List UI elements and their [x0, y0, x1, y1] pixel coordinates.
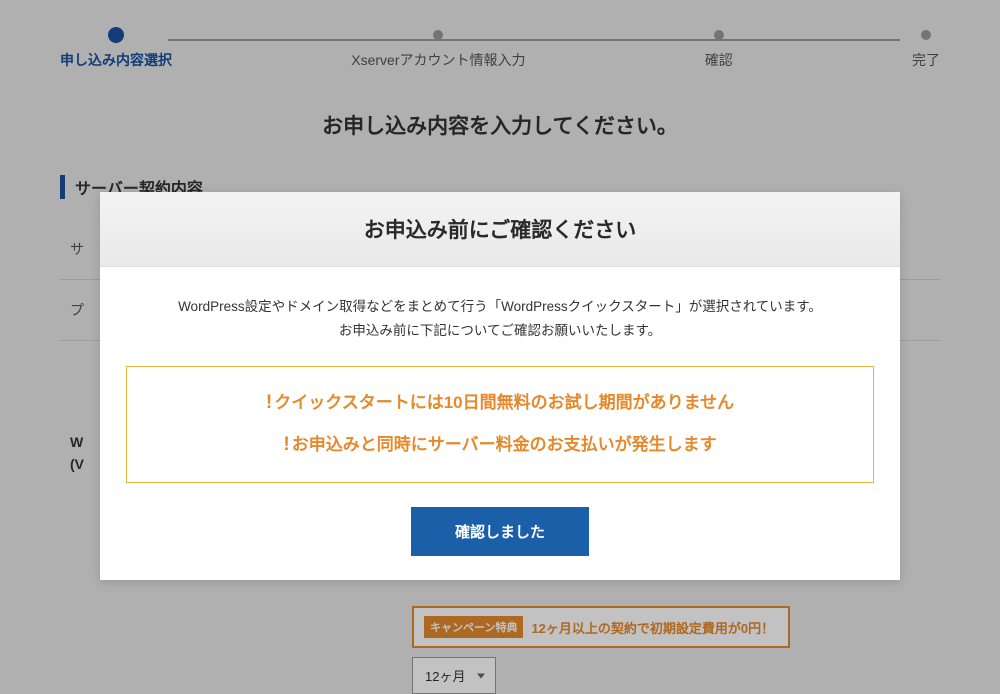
modal-actions: 確認しました: [126, 507, 874, 556]
modal-desc-line: WordPress設定やドメイン取得などをまとめて行う「WordPressクイッ…: [126, 295, 874, 319]
modal-body: WordPress設定やドメイン取得などをまとめて行う「WordPressクイッ…: [100, 267, 900, 580]
warning-text: お申込みと同時にサーバー料金のお支払いが発生します: [292, 435, 717, 454]
modal-desc-line: お申込み前に下記についてご確認お願いいたします。: [126, 319, 874, 343]
warning-line: !お申込みと同時にサーバー料金のお支払いが発生します: [147, 431, 853, 460]
confirm-modal: お申込み前にご確認ください WordPress設定やドメイン取得などをまとめて行…: [100, 192, 900, 580]
warning-text: クイックスタートには10日間無料のお試し期間がありません: [274, 393, 734, 412]
modal-title: お申込み前にご確認ください: [100, 192, 900, 267]
modal-description: WordPress設定やドメイン取得などをまとめて行う「WordPressクイッ…: [126, 295, 874, 344]
exclamation-icon: !: [266, 392, 272, 413]
warning-line: !クイックスタートには10日間無料のお試し期間がありません: [147, 389, 853, 418]
confirm-button[interactable]: 確認しました: [411, 507, 589, 556]
exclamation-icon: !: [283, 434, 289, 455]
warning-box: !クイックスタートには10日間無料のお試し期間がありません !お申込みと同時にサ…: [126, 366, 874, 483]
